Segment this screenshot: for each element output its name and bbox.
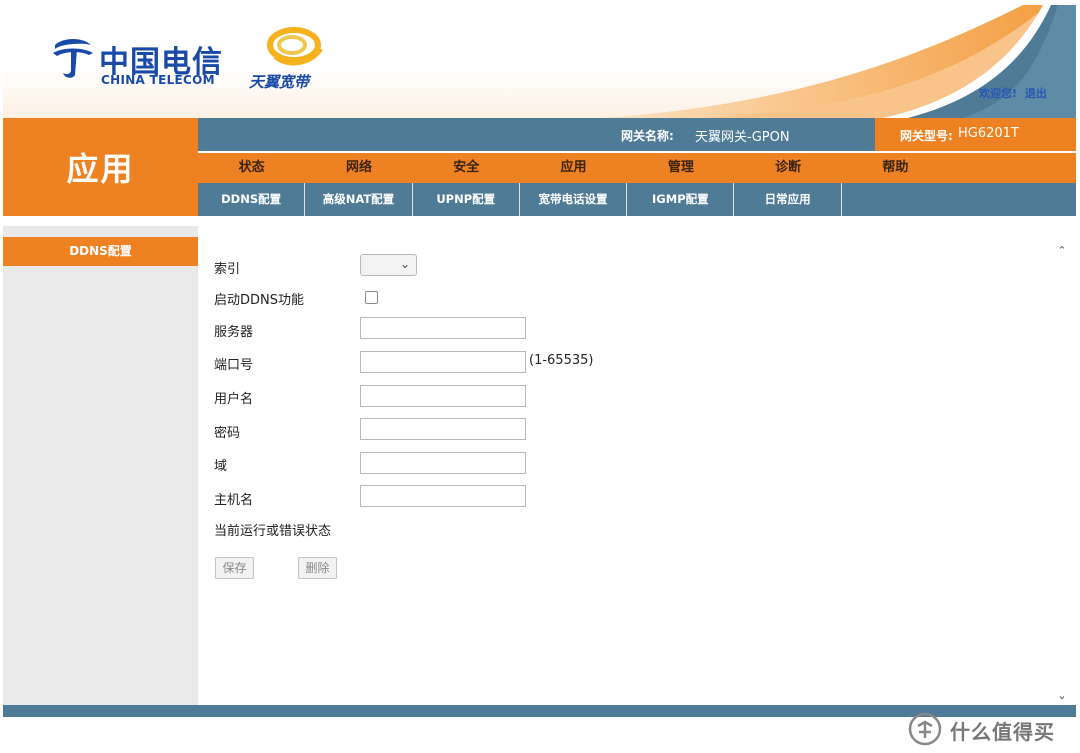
gateway-name-value: 天翼网关-GPON [695, 130, 790, 145]
index-label: 索引 [214, 262, 241, 277]
logout-link[interactable]: 退出 [1025, 87, 1047, 100]
sidebar [3, 216, 198, 705]
main-nav-application[interactable]: 应用 [520, 153, 627, 183]
chevron-down-icon: ⌄ [399, 257, 410, 271]
port-input[interactable] [360, 351, 526, 373]
scroll-down-icon[interactable]: ⌄ [1053, 687, 1071, 705]
main-nav-management[interactable]: 管理 [627, 153, 734, 183]
sub-nav-upnp[interactable]: UPNP配置 [413, 183, 520, 216]
save-button[interactable]: 保存 [215, 557, 254, 579]
port-label: 端口号 [214, 358, 254, 373]
password-label: 密码 [214, 426, 241, 441]
spacer [3, 216, 1076, 226]
gateway-model-label: 网关型号: [900, 129, 953, 143]
port-range-hint: (1-65535) [529, 353, 594, 368]
main-nav-diagnosis[interactable]: 诊断 [734, 153, 841, 183]
tianyi-logo-icon [267, 27, 323, 66]
index-select[interactable]: ⌄ [360, 254, 417, 276]
username-label: 用户名 [214, 392, 254, 407]
delete-button[interactable]: 删除 [298, 557, 337, 579]
main-nav-help[interactable]: 帮助 [842, 153, 949, 183]
watermark-text: 什么值得买 [950, 720, 1055, 744]
main-nav-security[interactable]: 安全 [413, 153, 520, 183]
password-input[interactable] [360, 418, 526, 440]
sidebar-item-ddns[interactable]: DDNS配置 [3, 237, 198, 266]
gateway-model-box: 网关型号: HG6201T [875, 118, 1076, 151]
server-label: 服务器 [214, 325, 254, 340]
ddns-form: 索引 ⌄ 启动DDNS功能 服务器 端口号 (1-65535) 用户名 密码 域… [198, 226, 1076, 705]
main-nav: 状态 网络 安全 应用 管理 诊断 帮助 [198, 151, 1076, 183]
hostname-input[interactable] [360, 485, 526, 507]
gateway-model-value: HG6201T [958, 126, 1019, 141]
domain-label: 域 [214, 459, 228, 474]
main-nav-status[interactable]: 状态 [198, 153, 305, 183]
gateway-info-bar: 网关名称: 天翼网关-GPON 网关型号: HG6201T [198, 118, 1076, 151]
username-input[interactable] [360, 385, 526, 407]
tianyi-logo: 天翼宽带 [249, 25, 339, 95]
section-title-block: 应用 [3, 118, 198, 216]
router-admin-page: 中国电信 CHINA TELECOM 天翼宽带 欢迎您! 退出 应用 网关名称:… [3, 5, 1076, 717]
content-scrollbar[interactable]: ⌃ ⌄ [1053, 242, 1071, 705]
domain-input[interactable] [360, 452, 526, 474]
main-nav-network[interactable]: 网络 [305, 153, 412, 183]
server-input[interactable] [360, 317, 526, 339]
enable-ddns-label: 启动DDNS功能 [214, 293, 304, 308]
header: 中国电信 CHINA TELECOM 天翼宽带 欢迎您! 退出 [3, 5, 1076, 118]
gateway-name-label: 网关名称: [621, 129, 674, 143]
sub-nav-ddns[interactable]: DDNS配置 [198, 183, 306, 216]
brand-en: CHINA TELECOM [101, 73, 215, 87]
sub-nav-igmp[interactable]: IGMP配置 [627, 183, 735, 216]
welcome-text: 欢迎您! [979, 87, 1018, 100]
section-title: 应用 [66, 150, 135, 188]
sub-brand: 天翼宽带 [249, 73, 310, 91]
hostname-label: 主机名 [214, 493, 254, 508]
status-label: 当前运行或错误状态 [214, 524, 332, 539]
sub-nav-daily-apps[interactable]: 日常应用 [734, 183, 842, 216]
scroll-up-icon[interactable]: ⌃ [1053, 242, 1071, 260]
sub-nav-advanced-nat[interactable]: 高级NAT配置 [305, 183, 413, 216]
china-telecom-logo-icon [53, 39, 93, 78]
sub-nav-voip[interactable]: 宽带电话设置 [520, 183, 628, 216]
watermark-logo-icon [908, 712, 942, 746]
sub-nav: DDNS配置 高级NAT配置 UPNP配置 宽带电话设置 IGMP配置 日常应用 [198, 183, 1076, 216]
user-links: 欢迎您! 退出 [979, 85, 1047, 101]
enable-ddns-checkbox[interactable] [365, 291, 378, 304]
